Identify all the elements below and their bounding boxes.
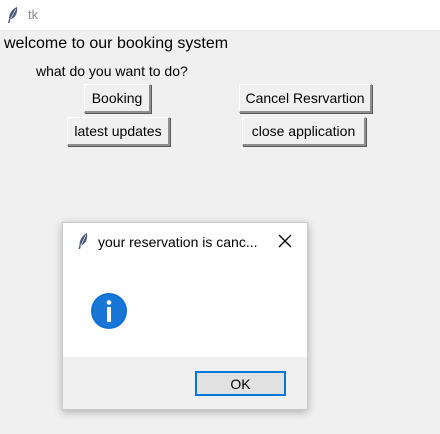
tk-feather-icon (78, 233, 88, 249)
message-dialog: your reservation is canc... OK (62, 222, 308, 410)
window-titlebar[interactable]: tk (0, 0, 440, 31)
dialog-footer: OK (63, 357, 307, 409)
latest-updates-button[interactable]: latest updates (67, 117, 170, 146)
dialog-body (63, 259, 307, 357)
dialog-titlebar[interactable]: your reservation is canc... (63, 223, 307, 259)
dialog-title: your reservation is canc... (98, 234, 258, 250)
tk-feather-icon (8, 7, 18, 23)
cancel-reservation-button[interactable]: Cancel Resrvartion (239, 84, 372, 113)
booking-button[interactable]: Booking (84, 84, 151, 113)
prompt-label: what do you want to do? (36, 63, 188, 79)
welcome-label: welcome to our booking system (4, 35, 229, 52)
ok-button[interactable]: OK (195, 371, 286, 396)
close-application-button[interactable]: close application (242, 117, 366, 146)
close-icon[interactable] (277, 233, 293, 249)
window-title: tk (28, 7, 39, 22)
info-icon (91, 293, 127, 329)
